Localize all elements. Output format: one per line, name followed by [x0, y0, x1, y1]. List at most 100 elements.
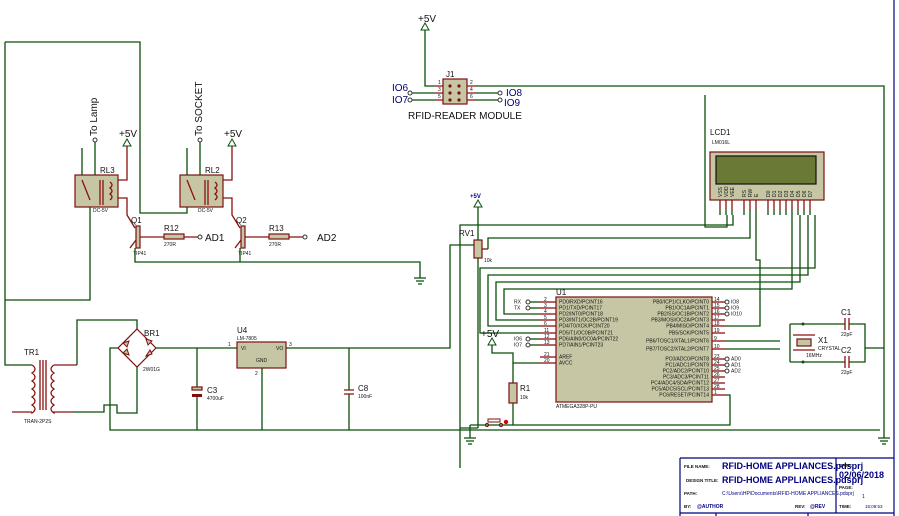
path: C:\Users\HP\Documents\RFID-HOME APPLIANC… — [722, 491, 854, 497]
terminal[interactable] — [724, 356, 730, 362]
crystal-body — [796, 338, 812, 347]
lcd-ref: LCD1 — [710, 128, 731, 137]
vcc-label: +5V — [224, 129, 242, 140]
relay-rl2[interactable]: +5V To SOCKET RL2 DC-5V — [179, 82, 242, 229]
terminal[interactable] — [525, 305, 531, 311]
crystal-x1[interactable]: X1 CRYSTAL 16MHz C1 22pF C2 22pF — [725, 308, 884, 376]
br1-value: 2W01G — [143, 367, 160, 373]
j1-body — [442, 78, 468, 105]
power-arrow-icon — [122, 137, 132, 147]
c3-ref: C3 — [207, 386, 218, 395]
terminal[interactable] — [525, 342, 531, 348]
lcd-pin-label: VEE — [730, 186, 736, 197]
resistor-ref: R13 — [269, 224, 284, 233]
pin-number: 1 — [714, 390, 717, 396]
rev: @REV — [810, 504, 826, 510]
terminal[interactable] — [724, 362, 730, 368]
io7-label: IO7 — [392, 95, 409, 106]
transistor-ref: Q2 — [236, 216, 247, 225]
lcd-display[interactable]: LCD1 LM016L VSS VDD VEE RS RW E D0 D1 D2 D3 D4 D5 D6… — [709, 128, 825, 215]
label: BY: — [684, 504, 692, 509]
pin-number: 18 — [714, 321, 720, 327]
net-label: AD1 — [205, 233, 225, 244]
vcc-label: +5V — [470, 194, 481, 200]
schematic-canvas[interactable]: +5V J1 1 2 3 4 5 6 IO6 IO7 IO8 IO9 RFID-… — [0, 0, 899, 516]
voltage-regulator-u4[interactable]: U4 LM-7805 VI VO GND 1 3 2 — [228, 326, 292, 430]
resistor-r13[interactable] — [268, 233, 290, 240]
relay-rl3[interactable]: +5V To Lamp RL3 DC-5V — [5, 97, 137, 301]
terminal[interactable] — [724, 311, 730, 317]
pin-name: PD7/AIN1/PCINT23 — [559, 343, 603, 349]
pin-label: GND — [256, 358, 268, 364]
label: DESIGN TITLE: — [686, 478, 719, 483]
terminal[interactable] — [92, 137, 98, 143]
terminal[interactable] — [525, 336, 531, 342]
relay-ref: RL3 — [100, 166, 115, 175]
microcontroller-u1[interactable]: U1 ATMEGA328P-PU 2 PD0/RXD/PCINT16RX3 PD1/… — [514, 288, 742, 410]
bridge-rectifier-br1[interactable]: BR1 2W01G — [117, 328, 160, 373]
u4-ref: U4 — [237, 326, 248, 335]
c1-ref: C1 — [841, 308, 852, 317]
pin-number: 2 — [255, 371, 258, 377]
vcc-label: +5V — [481, 329, 499, 340]
pin-label: 4 — [470, 87, 473, 93]
terminal[interactable] — [724, 368, 730, 374]
lcd-screen — [715, 155, 817, 185]
c8-ref: C8 — [358, 384, 369, 393]
io6-label: IO6 — [392, 83, 409, 94]
ground-symbol-icon — [414, 277, 426, 285]
relay-target-label: To Lamp — [89, 97, 100, 136]
c2-value: 22pF — [841, 370, 852, 376]
net-label: AD2 — [731, 369, 741, 375]
u1-ref: U1 — [556, 288, 567, 297]
x1-freq: 16MHz — [806, 353, 822, 359]
tr1-value: TRAN-2P2S — [24, 419, 52, 425]
pin-label: 1 — [438, 80, 441, 86]
c3-value: 4700uF — [207, 396, 224, 402]
pin-label: 2 — [470, 80, 473, 86]
r1-body — [508, 382, 518, 404]
resistor-r12[interactable] — [163, 233, 185, 240]
rv1-ref: RV1 — [459, 229, 475, 238]
terminal[interactable] — [724, 305, 730, 311]
pin-name: PC6/RESET/PCINT14 — [659, 393, 709, 399]
transistor-q1[interactable]: Q1TIP41R12270RAD1 — [129, 216, 225, 257]
relay-ref: RL2 — [205, 166, 220, 175]
transistor-q2[interactable]: Q2TIP41R13270RAD2 — [234, 216, 337, 257]
rv1-body — [473, 239, 483, 259]
resistor-ref: R12 — [164, 224, 179, 233]
terminal[interactable] — [525, 299, 531, 305]
rv1-value: 10k — [484, 258, 493, 264]
pin-name: PD4/T0/XCK/PCINT20 — [559, 324, 610, 330]
net-label: TX — [514, 306, 521, 312]
pin-number: 13 — [544, 340, 550, 346]
pin-name: PB5/SCK/PCINT5 — [669, 331, 710, 337]
pin-number: 9 — [714, 336, 717, 342]
capacitor-c3[interactable]: C3 4700uF — [191, 348, 224, 430]
pin-number: 20 — [544, 358, 550, 364]
capacitor-c8[interactable]: C8 100nF — [344, 348, 372, 430]
page: 1 — [862, 494, 865, 500]
pin-label: VI — [241, 346, 246, 352]
vcc-label: +5V — [418, 14, 436, 25]
pin-name: AVCC — [559, 361, 573, 367]
ground-symbol-icon — [878, 437, 890, 445]
relay-target-label: To SOCKET — [194, 82, 205, 136]
pin-label: 5 — [438, 94, 441, 100]
rfid-module-label: RFID-READER MODULE — [408, 111, 522, 122]
vcc-label: +5V — [119, 129, 137, 140]
terminal[interactable] — [302, 234, 308, 240]
lcd-value: LM016L — [712, 140, 730, 146]
author: @AUTHOR — [697, 504, 724, 510]
pin-name: PB7/TOSC2/XTAL2/PCINT7 — [646, 347, 709, 353]
time: 15:09:53 — [865, 504, 883, 509]
potentiometer-rv1[interactable]: +5V RV1 10k — [459, 194, 493, 264]
terminal[interactable] — [197, 234, 203, 240]
pin-label: VO — [276, 346, 283, 352]
net-label: IO10 — [731, 312, 742, 318]
transformer-tr1[interactable]: TR1 TRAN-2P2S — [12, 348, 77, 425]
terminal[interactable] — [724, 299, 730, 305]
terminal[interactable] — [197, 137, 203, 143]
label: PAGE: — [839, 485, 853, 490]
resistor-value: 270R — [164, 242, 176, 248]
